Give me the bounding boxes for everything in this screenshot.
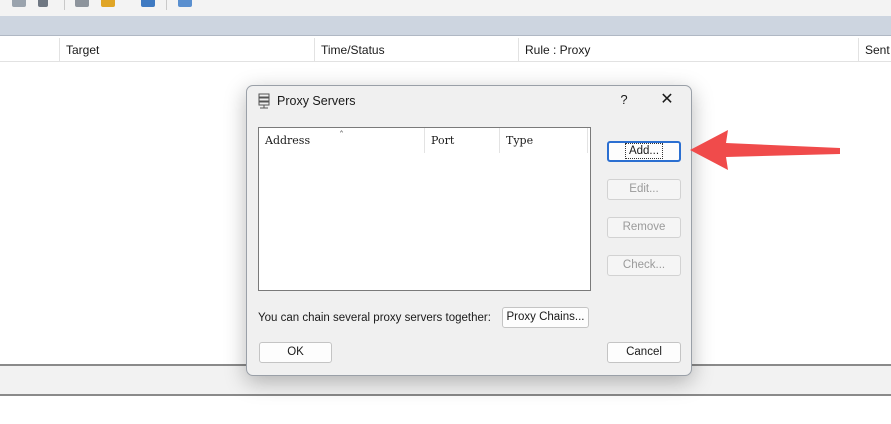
settings-icon[interactable] [178,0,192,7]
check-button[interactable]: Check... [607,255,681,276]
annotation-arrow-icon [690,130,840,170]
proxy-list[interactable]: Address ˆ Port Type [258,127,591,291]
dialog-title: Proxy Servers [277,94,356,108]
help-button[interactable]: ? [617,92,631,110]
header-band [0,16,891,36]
toolbar-separator [64,0,65,10]
connections-table-header: Target Time/Status Rule : Proxy Sent [0,38,891,62]
ok-button[interactable]: OK [259,342,332,363]
column-rule-proxy[interactable]: Rule : Proxy [518,38,859,62]
column-address-label: Address [265,134,311,147]
column-type[interactable]: Type [500,128,588,153]
chain-description: You can chain several proxy servers toge… [258,312,491,324]
add-button[interactable]: Add... [607,141,681,162]
chart-icon[interactable] [141,0,155,7]
proxy-servers-dialog: Proxy Servers ? ✕ Address ˆ Port Type Ad… [246,85,692,376]
cancel-button[interactable]: Cancel [607,342,681,363]
add-button-label: Add... [624,143,664,159]
folder-icon[interactable] [101,0,115,7]
proxy-list-header: Address ˆ Port Type [259,128,590,153]
column-target[interactable]: Target [59,38,315,62]
close-button[interactable]: ✕ [659,91,675,109]
column-port[interactable]: Port [425,128,500,153]
printer-icon[interactable] [12,0,26,7]
dialog-titlebar[interactable]: Proxy Servers ? ✕ [247,86,691,116]
edit-button[interactable]: Edit... [607,179,681,200]
column-sent[interactable]: Sent [858,38,891,62]
server-icon [258,93,270,109]
home-icon[interactable] [75,0,89,7]
toolbar-separator [166,0,167,10]
column-time-status[interactable]: Time/Status [314,38,519,62]
sort-ascending-icon: ˆ [339,131,344,142]
remove-button[interactable]: Remove [607,217,681,238]
toolbar [0,0,891,16]
proxy-chains-button[interactable]: Proxy Chains... [502,307,589,328]
column-address[interactable]: Address ˆ [259,128,425,153]
magnifier-icon[interactable] [38,0,48,7]
